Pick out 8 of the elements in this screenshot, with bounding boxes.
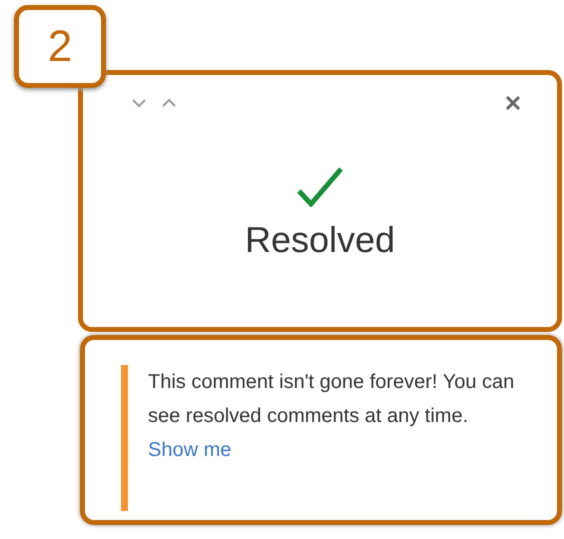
chevron-down-icon[interactable] (131, 98, 147, 108)
close-icon[interactable] (505, 95, 521, 111)
status-text: Resolved (244, 219, 396, 261)
show-me-link[interactable]: Show me (148, 439, 232, 462)
step-number: 2 (14, 5, 106, 88)
chevron-up-icon[interactable] (161, 98, 177, 108)
checkmark-icon (297, 167, 343, 207)
note-text: This comment isn't gone forever! You can see resolved comments at any time. (148, 370, 516, 429)
